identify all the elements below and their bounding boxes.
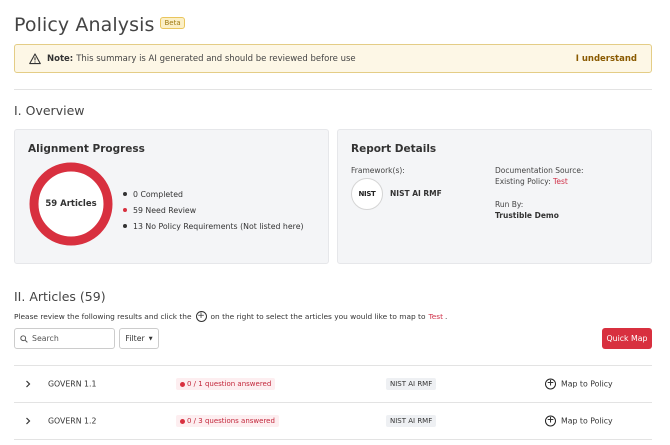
page-title: Policy Analysis — [14, 14, 155, 36]
chevron-right-icon[interactable] — [24, 417, 32, 425]
search-input[interactable]: Search — [14, 328, 115, 349]
donut-center-label: 59 Articles — [45, 199, 97, 209]
beta-badge: Beta — [160, 17, 185, 29]
articles-title: II. Articles (59) — [14, 289, 106, 304]
plus-circle-icon: + — [195, 311, 207, 322]
plus-circle-icon: + — [545, 415, 556, 427]
table-row[interactable]: GOVERN 1.1 0 / 1 question answered NIST … — [14, 366, 652, 403]
caret-down-icon: ▼ — [148, 335, 153, 342]
status-dot — [180, 381, 185, 387]
page-header: Policy Analysis Beta — [14, 14, 185, 36]
search-placeholder: Search — [32, 334, 59, 343]
note-text: This summary is AI generated and should … — [76, 53, 356, 64]
existing-policy: Existing Policy: Test — [495, 177, 568, 186]
table-row[interactable]: GOVERN 1.2 0 / 3 questions answered NIST… — [14, 403, 652, 440]
legend-item-no-policy: 13 No Policy Requirements (Not listed he… — [123, 218, 304, 234]
alignment-legend: 0 Completed 59 Need Review 13 No Policy … — [123, 186, 304, 234]
overview-title: I. Overview — [14, 103, 85, 118]
report-details-title: Report Details — [351, 143, 437, 155]
filter-label: Filter — [125, 334, 145, 343]
legend-item-need-review: 59 Need Review — [123, 202, 304, 218]
run-by-value: Trustible Demo — [495, 211, 559, 220]
divider — [14, 89, 652, 90]
legend-dot — [123, 224, 127, 228]
chevron-right-icon[interactable] — [24, 380, 32, 388]
status-dot — [180, 418, 185, 424]
framework-tag: NIST AI RMF — [386, 415, 437, 427]
note-label: Note: — [47, 53, 74, 64]
ai-note-banner: Note: This summary is AI generated and s… — [14, 44, 652, 73]
article-name: GOVERN 1.2 — [48, 416, 97, 426]
instructions-target-link[interactable]: Test — [428, 312, 443, 321]
plus-circle-icon: + — [545, 378, 556, 390]
existing-policy-link[interactable]: Test — [553, 177, 568, 186]
filter-dropdown[interactable]: Filter ▼ — [119, 328, 159, 349]
legend-item-completed: 0 Completed — [123, 186, 304, 202]
report-details-card: Report Details Framework(s): NIST NIST A… — [337, 129, 652, 264]
run-by-label: Run By: — [495, 200, 524, 209]
quick-map-button[interactable]: Quick Map — [602, 328, 652, 349]
doc-source-label: Documentation Source: — [495, 166, 584, 175]
article-name: GOVERN 1.1 — [48, 379, 97, 389]
map-to-policy-button[interactable]: + Map to Policy — [545, 415, 613, 427]
alignment-progress-title: Alignment Progress — [28, 143, 145, 155]
status-badge: 0 / 1 question answered — [176, 378, 276, 390]
status-badge: 0 / 3 questions answered — [176, 415, 279, 427]
articles-instructions: Please review the following results and … — [14, 311, 448, 322]
framework-name: NIST AI RMF — [390, 189, 442, 198]
map-to-policy-button[interactable]: + Map to Policy — [545, 378, 613, 390]
articles-table: GOVERN 1.1 0 / 1 question answered NIST … — [14, 365, 652, 440]
search-icon — [20, 334, 28, 343]
alignment-progress-card: Alignment Progress 59 Articles 0 Complet… — [14, 129, 329, 264]
framework-label: Framework(s): — [351, 166, 405, 175]
i-understand-button[interactable]: I understand — [576, 54, 637, 64]
legend-dot — [123, 192, 127, 196]
framework-tag: NIST AI RMF — [386, 378, 437, 390]
legend-dot — [123, 208, 127, 212]
nist-logo-icon: NIST — [351, 178, 383, 210]
warning-icon — [29, 52, 41, 64]
